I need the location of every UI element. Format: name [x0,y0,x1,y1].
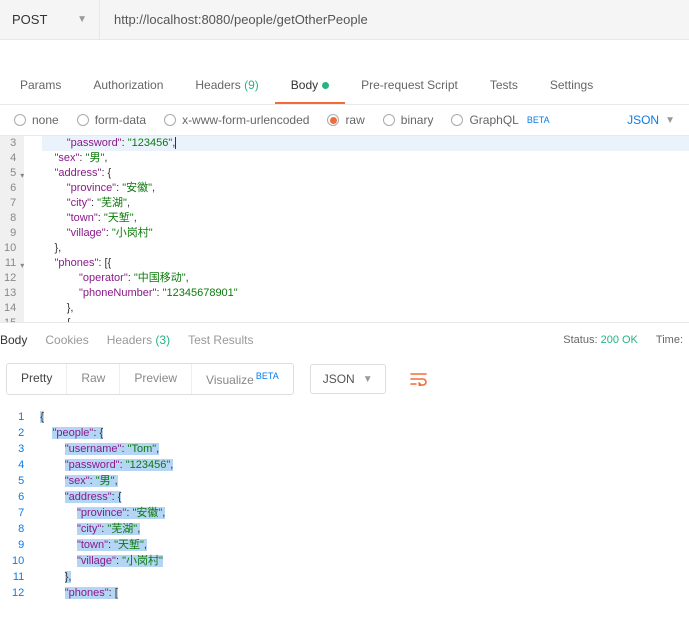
tab-params[interactable]: Params [4,68,77,104]
chevron-down-icon: ▼ [363,374,373,385]
resp-tab-headers[interactable]: Headers (3) [107,333,170,347]
url-input[interactable]: http://localhost:8080/people/getOtherPeo… [100,0,689,39]
response-status: Status: 200 OK [563,334,638,346]
resp-code-area[interactable]: { "people": { "username": "Tom", "passwo… [36,409,689,601]
radio-icon [14,114,26,126]
radio-icon [383,114,395,126]
radio-icon [164,114,176,126]
tab-prerequest[interactable]: Pre-request Script [345,68,474,104]
tab-body[interactable]: Body [275,68,345,104]
tab-headers[interactable]: Headers (9) [179,68,274,104]
viewmode-pretty[interactable]: Pretty [7,364,67,394]
wrap-icon [410,372,428,386]
radio-icon [451,114,463,126]
viewmode-visualize[interactable]: VisualizeBETA [192,364,293,394]
bodytype-graphql[interactable]: GraphQLBETA [451,113,549,127]
bodytype-formdata[interactable]: form-data [77,113,146,127]
resp-tab-cookies[interactable]: Cookies [45,333,88,347]
radio-checked-icon [327,114,339,126]
request-body-editor[interactable]: 345▾67891011▾12131415▾16 "password": "12… [0,136,689,322]
bodytype-raw[interactable]: raw [327,113,364,127]
viewmode-preview[interactable]: Preview [120,364,192,394]
code-area[interactable]: "password": "123456", "sex": "男", "addre… [24,136,689,322]
resp-tab-testresults[interactable]: Test Results [188,333,253,347]
bodytype-none[interactable]: none [14,113,59,127]
url-value: http://localhost:8080/people/getOtherPeo… [114,12,368,27]
raw-type-select[interactable]: JSON ▼ [627,113,675,127]
response-type-select[interactable]: JSON ▼ [310,364,386,394]
line-gutter: 345▾67891011▾12131415▾16 [0,136,24,322]
tab-settings[interactable]: Settings [534,68,609,104]
response-time: Time: [656,334,689,346]
response-tabs: Body Cookies Headers (3) Test Results St… [0,322,689,357]
chevron-down-icon: ▼ [77,14,87,25]
chevron-down-icon: ▼ [665,115,675,126]
tab-authorization[interactable]: Authorization [77,68,179,104]
bodytype-binary[interactable]: binary [383,113,434,127]
radio-icon [77,114,89,126]
resp-tab-body[interactable]: Body [0,333,27,347]
wrap-lines-button[interactable] [402,366,436,392]
modified-dot-icon [322,82,329,89]
http-method-select[interactable]: POST ▼ [0,0,100,39]
response-body-editor[interactable]: 123456789101112 { "people": { "username"… [0,409,689,601]
body-type-row: none form-data x-www-form-urlencoded raw… [0,105,689,136]
beta-badge: BETA [256,371,279,381]
http-method-value: POST [12,12,47,27]
bodytype-urlencoded[interactable]: x-www-form-urlencoded [164,113,309,127]
view-mode-group: Pretty Raw Preview VisualizeBETA [6,363,294,395]
response-controls: Pretty Raw Preview VisualizeBETA JSON ▼ [0,357,689,401]
request-bar: POST ▼ http://localhost:8080/people/getO… [0,0,689,40]
request-tabs: Params Authorization Headers (9) Body Pr… [0,68,689,105]
tab-tests[interactable]: Tests [474,68,534,104]
beta-badge: BETA [527,115,550,125]
viewmode-raw[interactable]: Raw [67,364,120,394]
resp-line-gutter: 123456789101112 [0,409,36,601]
